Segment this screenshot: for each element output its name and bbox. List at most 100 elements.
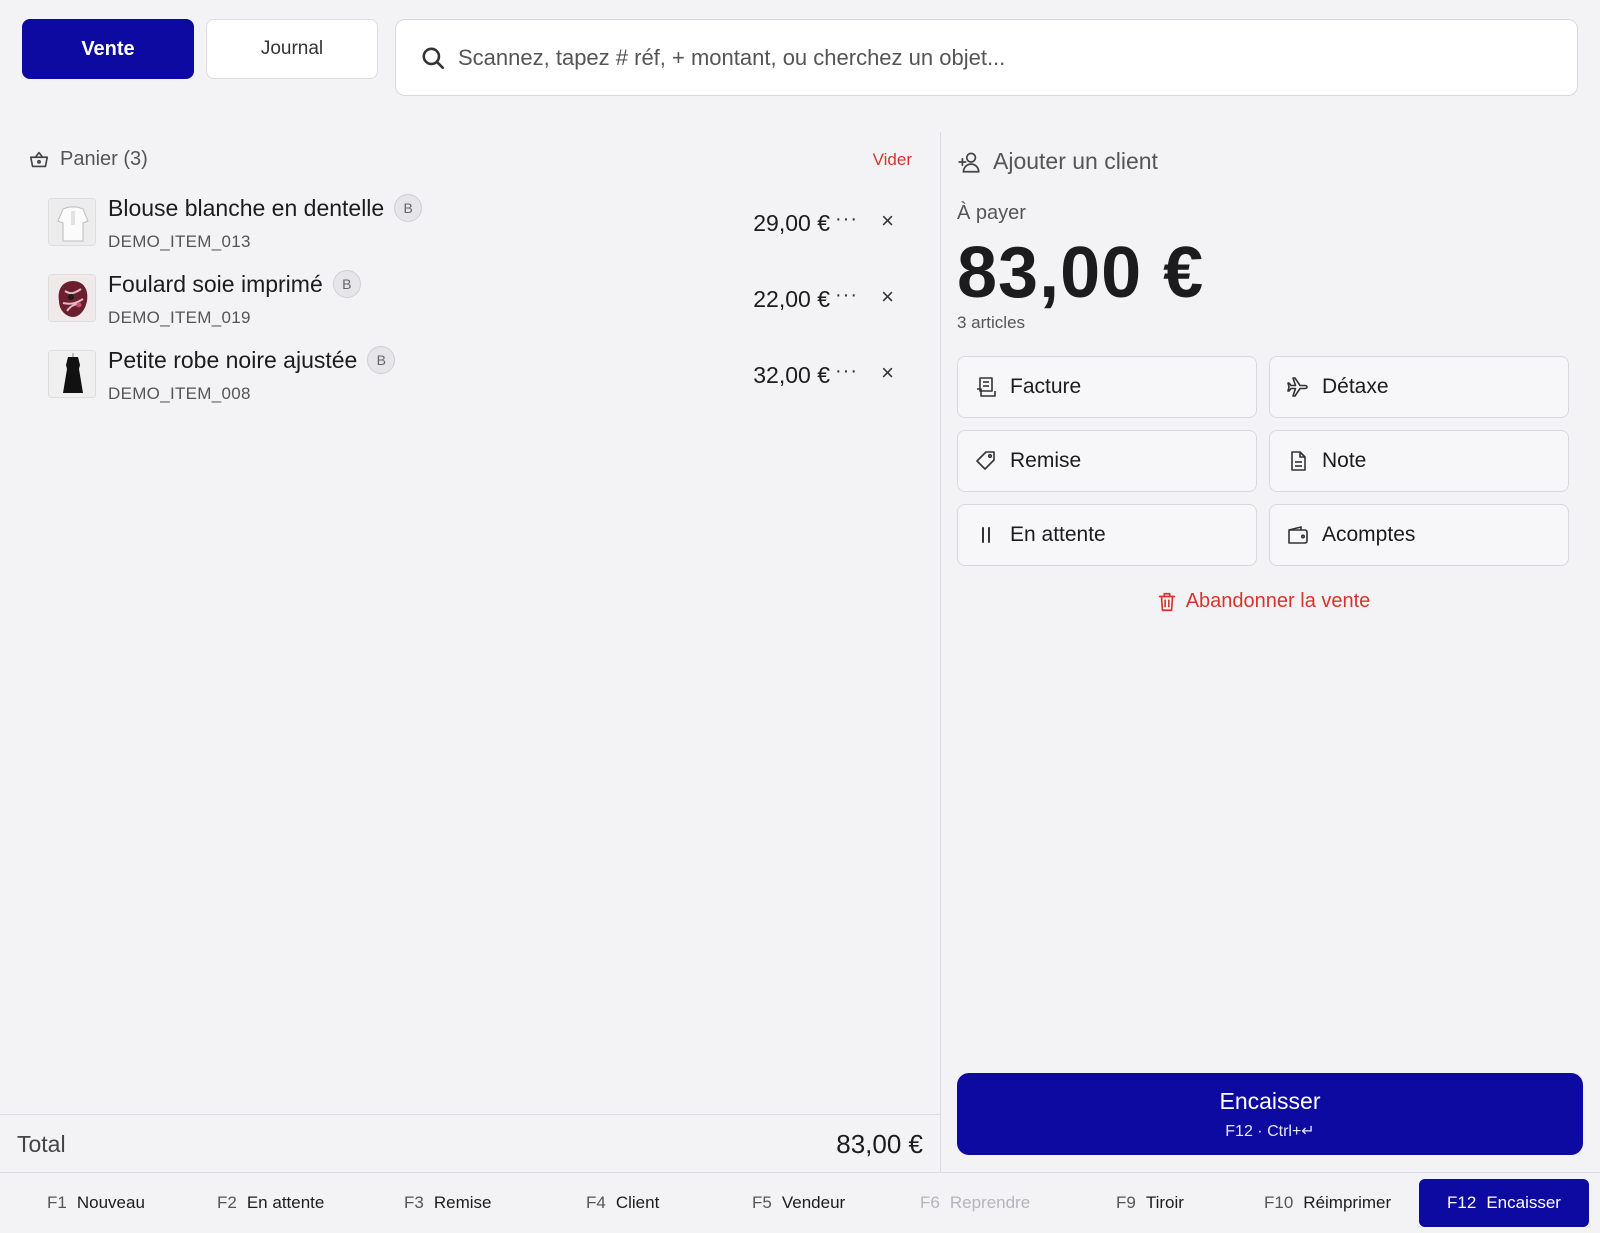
item-ref: DEMO_ITEM_013 xyxy=(108,232,251,251)
cart-item: Foulard soie imprimé B DEMO_ITEM_019 22,… xyxy=(48,270,910,338)
item-thumbnail xyxy=(48,274,96,322)
invoice-button[interactable]: Facture xyxy=(957,356,1257,418)
note-button[interactable]: Note xyxy=(1269,430,1569,492)
fkey-resume: F6 Reprendre xyxy=(920,1179,1030,1227)
checkout-label: Encaisser xyxy=(1219,1087,1321,1114)
search-bar[interactable] xyxy=(395,19,1578,96)
fkey-new[interactable]: F1 Nouveau xyxy=(47,1179,145,1227)
discount-button[interactable]: Remise xyxy=(957,430,1257,492)
item-badge: B xyxy=(332,270,361,298)
item-ref: DEMO_ITEM_008 xyxy=(108,384,251,403)
remove-item-icon[interactable]: × xyxy=(881,284,894,310)
document-icon xyxy=(1291,451,1306,471)
more-options-icon[interactable]: ··· xyxy=(835,284,858,307)
hold-button[interactable]: En attente xyxy=(957,504,1257,566)
fkey-label: Réimprimer xyxy=(1303,1193,1392,1212)
item-badge: B xyxy=(394,194,423,222)
fkey-drawer[interactable]: F9 Tiroir xyxy=(1116,1179,1184,1227)
item-name-row: Petite robe noire ajustée B xyxy=(108,346,396,374)
fkey-reprint[interactable]: F10 Réimprimer xyxy=(1264,1179,1391,1227)
cart-item: Blouse blanche en dentelle B DEMO_ITEM_0… xyxy=(48,194,910,262)
fkey-code: F12 xyxy=(1447,1193,1477,1212)
search-input[interactable] xyxy=(458,44,1458,71)
note-label: Note xyxy=(1322,449,1367,472)
fkey-code: F2 xyxy=(217,1193,237,1212)
fkey-code: F5 xyxy=(752,1193,772,1212)
cart-title: Panier (3) xyxy=(60,148,148,170)
total-label: Total xyxy=(17,1131,66,1157)
fkey-code: F6 xyxy=(920,1193,940,1212)
fkey-discount[interactable]: F3 Remise xyxy=(404,1179,491,1227)
wallet-icon xyxy=(1288,526,1308,544)
panel-divider xyxy=(940,132,941,1172)
abandon-sale-label: Abandonner la vente xyxy=(1185,590,1371,612)
top-bar: Vente Journal xyxy=(22,19,1578,96)
cart-panel: Panier (3) Vider Blouse blanche en dente… xyxy=(0,132,940,1114)
trash-icon xyxy=(1158,592,1175,611)
clear-cart-button[interactable]: Vider xyxy=(873,150,912,170)
fkey-code: F4 xyxy=(586,1193,606,1212)
fkey-label: Encaisser xyxy=(1486,1193,1561,1212)
item-name-row: Blouse blanche en dentelle B xyxy=(108,194,423,222)
invoice-label: Facture xyxy=(1010,375,1082,398)
fkey-checkout[interactable]: F12 Encaisser xyxy=(1419,1179,1589,1227)
add-user-icon xyxy=(958,151,980,173)
discount-label: Remise xyxy=(1010,449,1082,472)
plane-icon xyxy=(1287,377,1308,397)
fkey-label: Nouveau xyxy=(76,1193,145,1212)
deposits-button[interactable]: Acomptes xyxy=(1269,504,1569,566)
fkey-seller[interactable]: F5 Vendeur xyxy=(752,1179,845,1227)
fkey-label: Vendeur xyxy=(781,1193,846,1212)
tag-icon xyxy=(976,451,995,470)
fkey-hold[interactable]: F2 En attente xyxy=(217,1179,324,1227)
pause-icon xyxy=(982,527,990,543)
checkout-button[interactable]: Encaisser F12 · Ctrl+↵ xyxy=(957,1073,1583,1155)
item-price[interactable]: 22,00 € xyxy=(753,286,830,313)
total-value: 83,00 € xyxy=(836,1129,923,1159)
basket-icon xyxy=(29,151,49,167)
remove-item-icon[interactable]: × xyxy=(881,360,894,386)
add-client-label: Ajouter un client xyxy=(993,148,1158,174)
fkey-label: Reprendre xyxy=(949,1193,1031,1212)
item-name: Foulard soie imprimé xyxy=(108,270,323,297)
item-name: Blouse blanche en dentelle xyxy=(108,194,385,221)
tax-refund-label: Détaxe xyxy=(1322,375,1389,398)
more-options-icon[interactable]: ··· xyxy=(835,360,858,383)
fkey-label: Client xyxy=(615,1193,660,1212)
item-name: Petite robe noire ajustée xyxy=(108,346,358,373)
hold-label: En attente xyxy=(1010,523,1106,546)
to-pay-label: À payer xyxy=(957,202,1026,224)
receipt-icon xyxy=(977,377,996,397)
fkey-client[interactable]: F4 Client xyxy=(586,1179,659,1227)
remove-item-icon[interactable]: × xyxy=(881,208,894,234)
item-ref: DEMO_ITEM_019 xyxy=(108,308,251,327)
search-icon xyxy=(422,46,445,69)
cart-item: Petite robe noire ajustée B DEMO_ITEM_00… xyxy=(48,346,910,414)
fkey-code: F3 xyxy=(404,1193,424,1212)
item-price[interactable]: 29,00 € xyxy=(753,210,830,237)
articles-count: 3 articles xyxy=(957,313,1026,332)
abandon-sale-button[interactable]: Abandonner la vente xyxy=(957,590,1569,613)
item-name-row: Foulard soie imprimé B xyxy=(108,270,361,298)
deposits-label: Acomptes xyxy=(1322,523,1416,546)
tax-refund-button[interactable]: Détaxe xyxy=(1269,356,1569,418)
function-key-bar: F1 Nouveau F2 En attente F3 Remise F4 Cl… xyxy=(0,1172,1600,1233)
total-bar: Total 83,00 € xyxy=(0,1114,940,1172)
more-options-icon[interactable]: ··· xyxy=(835,208,858,231)
tab-journal[interactable]: Journal xyxy=(206,19,378,79)
fkey-label: Tiroir xyxy=(1145,1193,1184,1212)
item-price[interactable]: 32,00 € xyxy=(753,362,830,389)
item-thumbnail xyxy=(48,350,96,398)
amount-due: 83,00 € xyxy=(957,233,1205,313)
item-badge: B xyxy=(367,346,396,374)
cart-header: Panier (3) xyxy=(28,148,148,171)
fkey-code: F9 xyxy=(1116,1193,1136,1212)
item-thumbnail xyxy=(48,198,96,246)
add-client-button[interactable]: Ajouter un client xyxy=(957,148,1158,175)
fkey-label: En attente xyxy=(246,1193,325,1212)
tab-vente[interactable]: Vente xyxy=(22,19,194,79)
fkey-code: F10 xyxy=(1264,1193,1294,1212)
fkey-label: Remise xyxy=(433,1193,492,1212)
fkey-code: F1 xyxy=(47,1193,67,1212)
checkout-shortcut: F12 · Ctrl+↵ xyxy=(1225,1122,1315,1140)
